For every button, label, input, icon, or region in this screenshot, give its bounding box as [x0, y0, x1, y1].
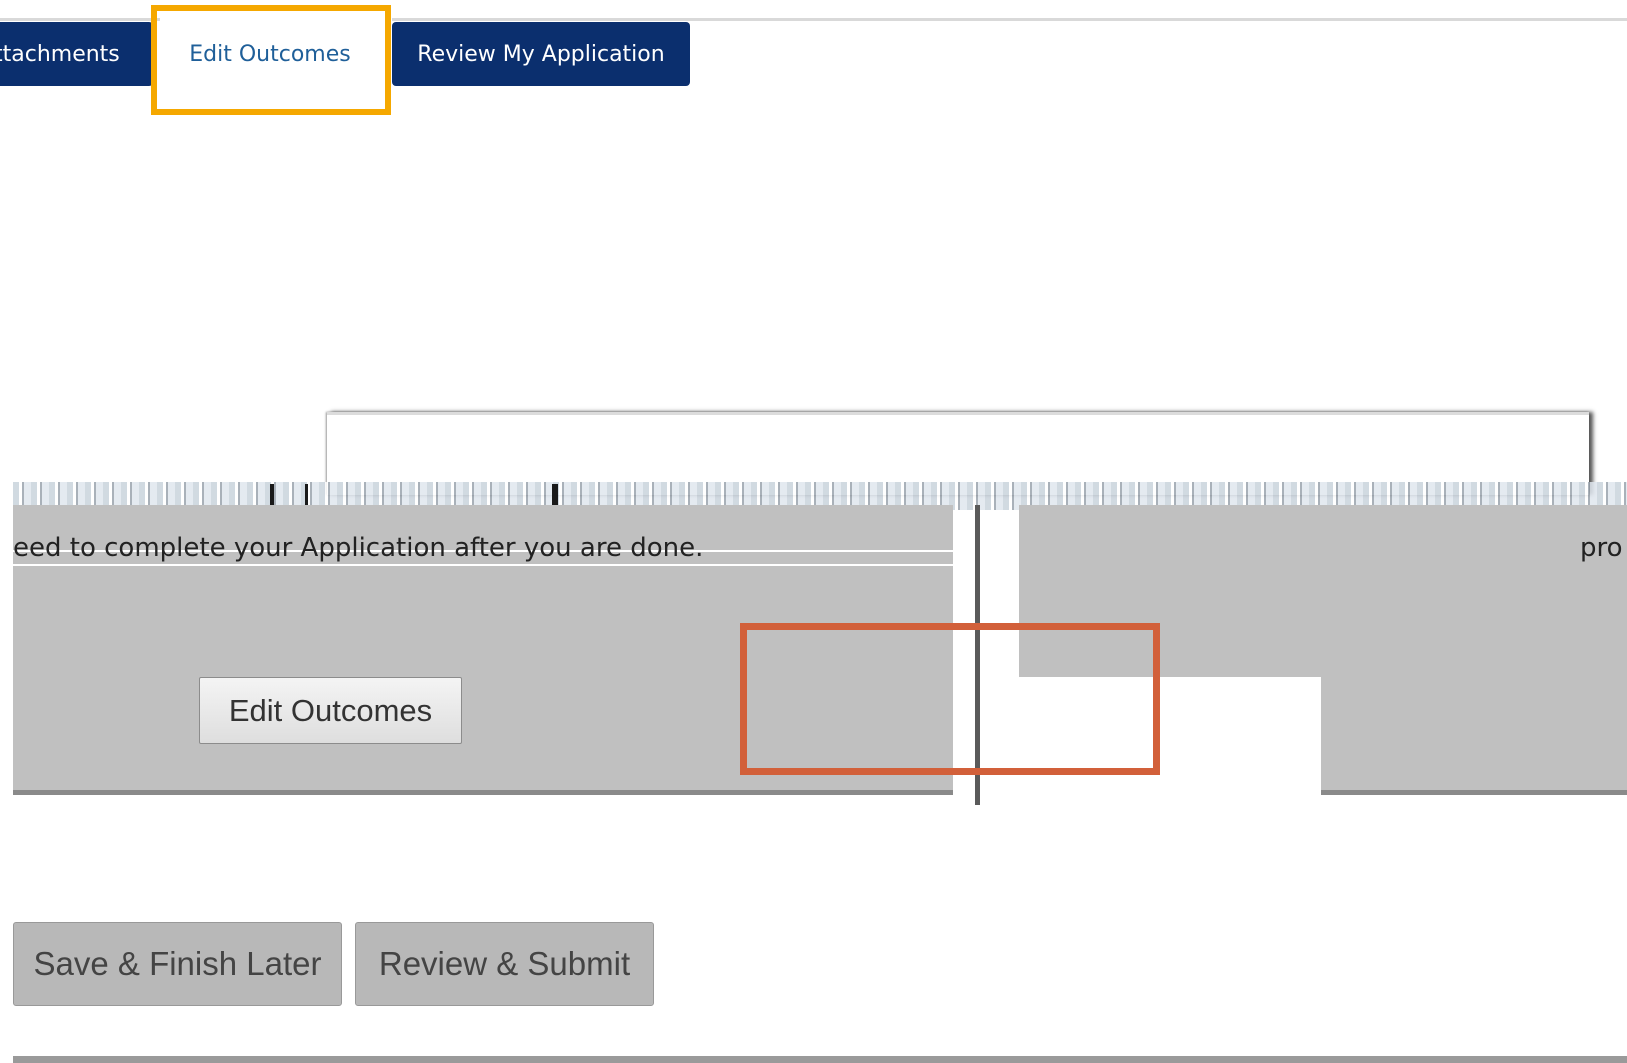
save-finish-later-button[interactable]: Save & Finish Later	[13, 922, 342, 1006]
top-rule-left	[0, 18, 160, 21]
panel-line	[13, 564, 953, 566]
edit-outcomes-button[interactable]: Edit Outcomes	[199, 677, 462, 744]
tab-attachments-label: ttachments	[0, 41, 120, 67]
tab-review-my-application[interactable]: Review My Application	[392, 22, 690, 86]
tab-review-label: Review My Application	[417, 41, 665, 67]
panel-right-text: pro	[1580, 533, 1623, 563]
panel-instruction-text: eed to complete your Application after y…	[13, 533, 704, 563]
review-submit-button[interactable]: Review & Submit	[355, 922, 654, 1006]
outcomes-panel-right-lower	[1321, 677, 1627, 795]
tab-attachments[interactable]: ttachments	[0, 22, 153, 86]
bottom-rule	[13, 1056, 1627, 1063]
highlight-box-panel	[740, 623, 1160, 775]
highlight-box-tab	[151, 5, 391, 115]
application-page: ttachments Edit Outcomes Review My Appli…	[0, 0, 1627, 1063]
top-rule	[392, 18, 1627, 21]
